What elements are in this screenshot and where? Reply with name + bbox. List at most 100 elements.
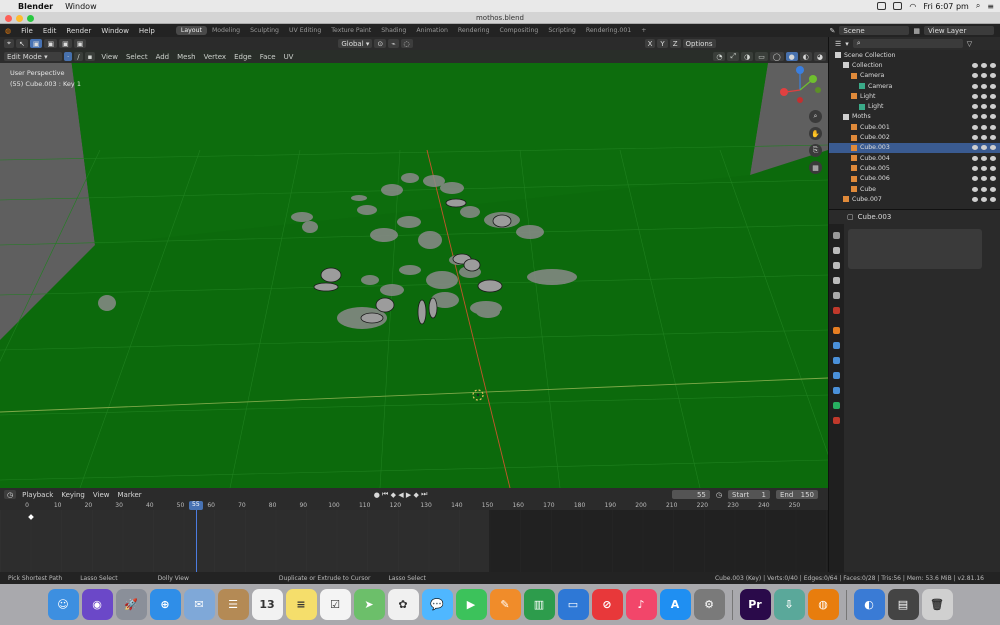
outliner-row[interactable]: Cube.004 [829, 153, 1000, 163]
playhead-badge[interactable]: 55 [189, 501, 203, 510]
clock-icon[interactable]: ◷ [716, 491, 722, 499]
start-frame-field[interactable]: Start 1 [728, 490, 770, 499]
select-mode-new-icon[interactable]: ▣ [29, 39, 43, 48]
dock-contacts-icon[interactable]: ☰ [217, 589, 249, 620]
outliner-row[interactable]: Cube.003 [829, 142, 1000, 153]
scene-icon[interactable]: ✎ [830, 27, 836, 35]
viewport-3d[interactable]: User Perspective (55) Cube.003 : Key 1 ⌕… [0, 50, 828, 488]
eye-toggle-icon[interactable] [972, 165, 978, 171]
dock-reminders-icon[interactable]: ☑ [319, 589, 351, 620]
menu-mesh[interactable]: Mesh [173, 53, 199, 61]
dock-photos-icon[interactable]: ✿ [387, 589, 419, 620]
tab-texture-paint[interactable]: Texture Paint [326, 26, 376, 35]
dock-trash-icon[interactable]: 🗑 [921, 589, 953, 620]
prev-key-icon[interactable]: ◆ [391, 491, 396, 499]
snap-icon[interactable]: ⌁ [388, 39, 399, 48]
battery-icon[interactable] [893, 2, 903, 10]
select-mode-subtract-icon[interactable]: ▣ [59, 39, 72, 48]
dock-system-preferences-icon[interactable]: ⚙ [693, 589, 725, 620]
select-toggle-icon[interactable] [981, 186, 987, 192]
mirror-z-toggle[interactable]: Z [669, 39, 681, 48]
outliner-row[interactable]: Cube.007 [829, 194, 1000, 204]
render-toggle-icon[interactable] [990, 62, 996, 68]
tool-tab-icon[interactable] [833, 232, 840, 239]
dock-calendar-icon[interactable]: 13 [251, 589, 283, 620]
eye-toggle-icon[interactable] [972, 104, 978, 110]
select-tool-icon[interactable]: ↖ [15, 39, 28, 48]
menu-edge[interactable]: Edge [230, 53, 256, 61]
eye-toggle-icon[interactable] [972, 73, 978, 79]
scene-tab-icon[interactable] [833, 292, 840, 299]
mesh-data-tab-icon[interactable] [833, 402, 840, 409]
world-tab-icon[interactable] [833, 307, 840, 314]
edge-select-icon[interactable]: / [74, 52, 83, 61]
tab-animation[interactable]: Animation [411, 26, 453, 35]
render-toggle-icon[interactable] [990, 93, 996, 99]
scene-selector[interactable]: Scene [839, 26, 910, 35]
3d-cursor[interactable] [472, 389, 484, 401]
dock-pages-icon[interactable]: ✎ [489, 589, 521, 620]
outliner-row[interactable]: Collection [829, 60, 1000, 70]
ortho-grid-icon[interactable]: ▦ [809, 161, 822, 174]
rendered-shading-icon[interactable]: ◕ [813, 52, 826, 61]
dock-safari-icon[interactable]: ⊕ [149, 589, 181, 620]
face-select-icon[interactable]: ▪ [84, 52, 96, 61]
tab-modeling[interactable]: Modeling [207, 26, 245, 35]
outliner-row[interactable]: Camera [829, 81, 1000, 91]
menu-vertex[interactable]: Vertex [200, 53, 231, 61]
filter-icon[interactable]: ▽ [967, 40, 972, 48]
render-toggle-icon[interactable] [990, 176, 996, 182]
orientation-selector[interactable]: Global ▾ [338, 39, 373, 48]
mode-selector[interactable]: Edit Mode ▾ [4, 52, 62, 61]
eye-toggle-icon[interactable] [972, 124, 978, 130]
outliner-search-field[interactable]: ⌕ [852, 39, 963, 48]
menu-select[interactable]: Select [122, 53, 152, 61]
options-dropdown[interactable]: Options [682, 39, 716, 48]
eye-toggle-icon[interactable] [972, 135, 978, 141]
menu-window[interactable]: Window [96, 27, 134, 35]
select-toggle-icon[interactable] [981, 135, 987, 141]
physics-tab-icon[interactable] [833, 372, 840, 379]
timeline-editor-type-icon[interactable]: ◷ [4, 490, 17, 499]
eye-toggle-icon[interactable] [972, 114, 978, 120]
particles-tab-icon[interactable] [833, 357, 840, 364]
modifiers-tab-icon[interactable] [833, 342, 840, 349]
jump-end-icon[interactable]: ⏭ [421, 490, 427, 499]
current-frame-field[interactable]: 55 [671, 490, 710, 499]
outliner-row[interactable]: Cube.001 [829, 122, 1000, 132]
mirror-y-toggle[interactable]: Y [657, 39, 668, 48]
search-icon[interactable]: ⌕ [976, 1, 980, 11]
select-mode-invert-icon[interactable]: ▣ [73, 39, 87, 48]
add-workspace-icon[interactable]: + [636, 26, 651, 35]
timeline-editor[interactable]: ◷ Playback Keying View Marker ● ⏮ ◆ ◀ ▶ … [0, 488, 828, 572]
editor-type-icon[interactable]: ⌖ [4, 39, 14, 48]
dock-keynote-icon[interactable]: ▭ [557, 589, 589, 620]
dock-premiere-icon[interactable]: Pr [739, 589, 771, 620]
select-toggle-icon[interactable] [981, 196, 987, 202]
menu-uv[interactable]: UV [280, 53, 298, 61]
menu-playback[interactable]: Playback [18, 491, 57, 499]
dock-photos-stack-icon[interactable]: ▤ [887, 589, 919, 620]
tab-uv-editing[interactable]: UV Editing [284, 26, 326, 35]
jump-start-icon[interactable]: ⏮ [382, 490, 388, 499]
app-menu-blender[interactable]: Blender [18, 2, 53, 11]
camera-view-icon[interactable]: ⎘ [809, 144, 822, 157]
outliner-editor-icon[interactable]: ☰ [835, 40, 841, 48]
outliner-row[interactable]: Light [829, 91, 1000, 101]
properties-editor[interactable]: ▢ Cube.003 [828, 209, 1000, 573]
blender-logo-icon[interactable]: ◍ [0, 27, 16, 35]
select-toggle-icon[interactable] [981, 114, 987, 120]
outliner-row[interactable]: Scene Collection [829, 50, 1000, 60]
gizmo-toggle-icon[interactable]: ⤢ [727, 52, 740, 61]
render-toggle-icon[interactable] [990, 124, 996, 130]
play-icon[interactable]: ▶ [406, 491, 411, 499]
eye-toggle-icon[interactable] [972, 186, 978, 192]
tab-layout[interactable]: Layout [175, 26, 207, 35]
end-frame-field[interactable]: End 150 [776, 490, 818, 499]
mirror-x-toggle[interactable]: X [644, 39, 656, 48]
constraints-tab-icon[interactable] [833, 387, 840, 394]
outliner[interactable]: ☰ ▾ ⌕ ▽ Scene Collection Collection Camera… [828, 37, 1000, 209]
render-toggle-icon[interactable] [990, 135, 996, 141]
minimize-window-button[interactable] [16, 15, 23, 22]
menu-render[interactable]: Render [61, 27, 96, 35]
